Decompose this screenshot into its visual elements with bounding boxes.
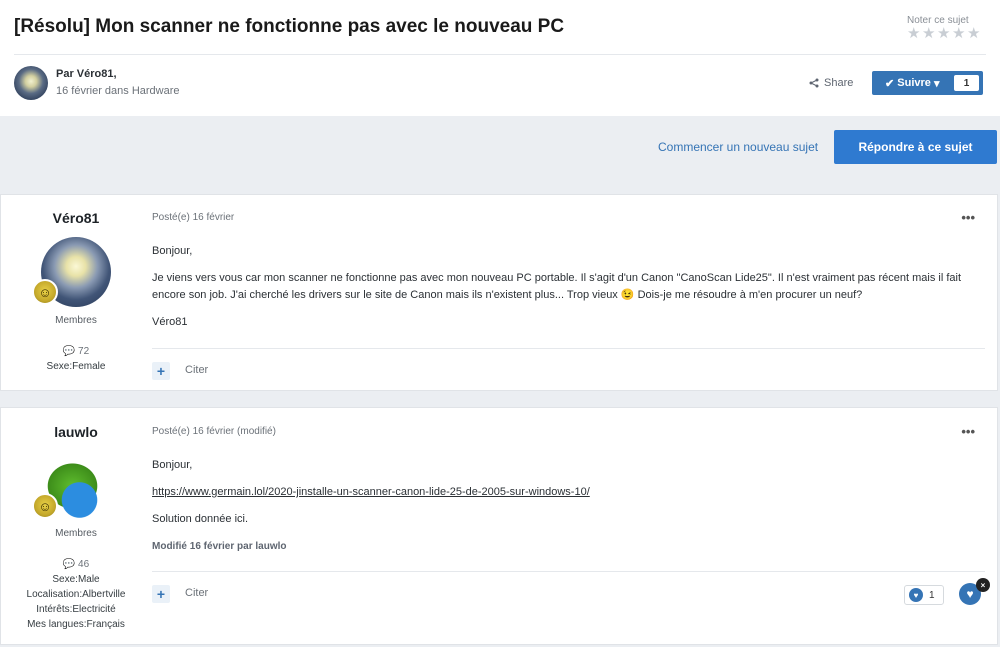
rank-badge-icon: ☺ (32, 493, 58, 519)
quote-button[interactable]: Citer (185, 364, 208, 376)
multiquote-plus-icon[interactable]: + (152, 585, 170, 603)
star-icon[interactable]: ★ (922, 26, 935, 41)
topic-dateline: 16 février dans Hardware (56, 85, 180, 97)
quote-button[interactable]: Citer (185, 587, 208, 599)
star-icon[interactable]: ★ (967, 26, 980, 41)
member-group: Membres (55, 315, 97, 326)
post: lauwlo ☺ Membres 💬 46 Sexe:Male Localisa… (0, 407, 998, 645)
topic-byline[interactable]: Par Véro81, (56, 68, 117, 80)
post-count: 💬 72 (62, 346, 90, 357)
comment-icon: 💬 (62, 559, 79, 570)
rating-stars[interactable]: ★ ★ ★ ★ ★ (907, 26, 980, 41)
author-avatar[interactable] (14, 66, 48, 100)
share-button[interactable]: Share (809, 77, 853, 89)
divider (152, 571, 985, 572)
post-author[interactable]: Véro81 (1, 210, 151, 226)
more-options-icon[interactable]: ••• (961, 210, 975, 225)
reaction-count[interactable]: ♥ 1 (904, 585, 944, 605)
topic-header: [Résolu] Mon scanner ne fonctionne pas a… (0, 0, 1000, 116)
follow-count: 1 (954, 75, 979, 91)
check-icon: ✔ (885, 77, 898, 90)
rank-badge-icon: ☺ (32, 279, 58, 305)
post-link[interactable]: https://www.germain.lol/2020-jinstalle-u… (152, 486, 590, 498)
page-title: [Résolu] Mon scanner ne fonctionne pas a… (14, 16, 565, 37)
post-date[interactable]: Posté(e) 16 février (152, 212, 234, 223)
divider (14, 54, 986, 55)
profile-field: Sexe:Female (46, 361, 106, 372)
post-paragraph: Bonjour, (152, 459, 193, 471)
profile-field: Localisation:Albertville (26, 589, 126, 600)
post-author[interactable]: lauwlo (1, 424, 151, 440)
comment-icon: 💬 (62, 346, 79, 357)
profile-field: Mes langues:Français (27, 619, 125, 630)
new-topic-link[interactable]: Commencer un nouveau sujet (658, 140, 818, 154)
author-stats: 💬 46 Sexe:Male Localisation:Albertville … (1, 557, 151, 632)
post-paragraph: Bonjour, (152, 245, 193, 257)
profile-field: Intérêts:Electricité (36, 604, 116, 615)
post-content: Bonjour, https://www.germain.lol/2020-ji… (152, 457, 992, 555)
post-count: 💬 46 (62, 559, 90, 570)
edit-notice: Modifié 16 février par lauwlo (152, 541, 287, 552)
multiquote-plus-icon[interactable]: + (152, 362, 170, 380)
profile-field: Sexe:Male (52, 574, 100, 585)
close-icon[interactable]: × (976, 578, 990, 592)
heart-icon: ♥ (909, 588, 923, 602)
post-paragraph: Solution donnée ici. (152, 513, 249, 525)
divider (152, 348, 985, 349)
more-options-icon[interactable]: ••• (961, 424, 975, 439)
share-label: Share (824, 77, 854, 89)
reply-button[interactable]: Répondre à ce sujet (834, 130, 997, 164)
author-stats: 💬 72 Sexe:Female (1, 344, 151, 374)
post-paragraph: Véro81 (152, 316, 188, 328)
post-paragraph: Je viens vers vous car mon scanner ne fo… (152, 272, 961, 301)
star-icon[interactable]: ★ (907, 26, 920, 41)
follow-button[interactable]: ✔ Suivre ▾ 1 (872, 71, 983, 95)
member-group: Membres (55, 528, 97, 539)
share-icon (809, 78, 819, 88)
post: Véro81 ☺ Membres 💬 72 Sexe:Female Posté(… (0, 194, 998, 391)
star-icon[interactable]: ★ (952, 26, 965, 41)
post-content: Bonjour, Je viens vers vous car mon scan… (152, 243, 992, 331)
follow-label: Suivre (897, 77, 931, 89)
post-date[interactable]: Posté(e) 16 février (modifié) (152, 426, 276, 437)
star-icon[interactable]: ★ (937, 26, 950, 41)
caret-down-icon: ▾ (930, 77, 940, 90)
